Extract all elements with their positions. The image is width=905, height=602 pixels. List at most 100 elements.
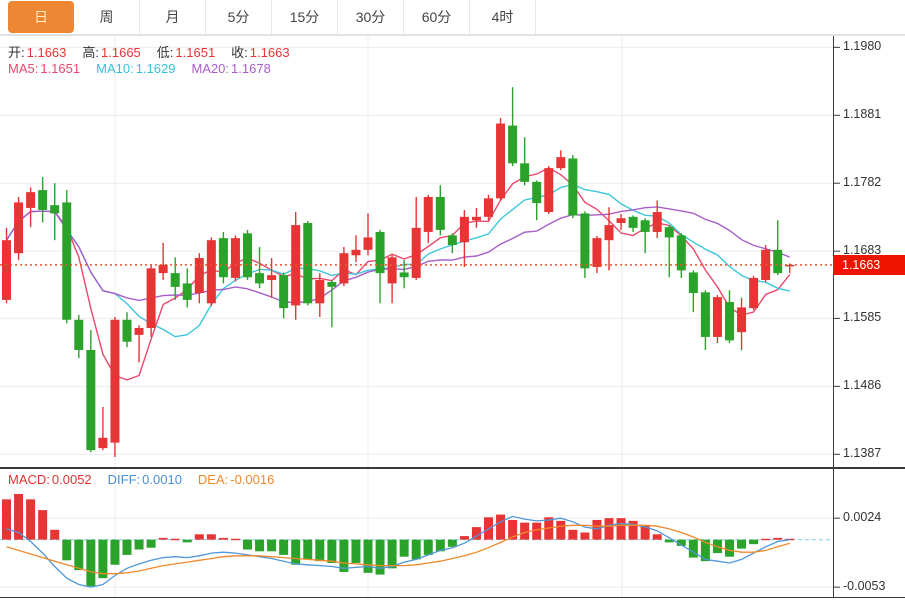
candle-body: [171, 273, 180, 287]
readout-value: 1.1651: [175, 45, 215, 60]
candle-body: [339, 253, 348, 283]
tab-4时[interactable]: 4时: [470, 0, 536, 34]
readout-item: MA5:1.1651: [8, 61, 80, 76]
readout-label: MACD:: [8, 472, 50, 487]
macd-bar: [725, 540, 734, 557]
macd-bar: [388, 540, 397, 569]
candles-group: [2, 87, 794, 457]
tab-5分[interactable]: 5分: [206, 0, 272, 34]
macd-bar: [556, 521, 565, 540]
candle-body: [568, 159, 577, 216]
price-axis-line: [833, 36, 834, 597]
macd-bar: [279, 540, 288, 555]
candle-body: [219, 238, 228, 277]
tab-15分[interactable]: 15分: [272, 0, 338, 34]
readout-value: 1.1651: [40, 61, 80, 76]
readout-value: 1.1663: [250, 45, 290, 60]
candle-body: [50, 205, 59, 213]
readout-item: 收:1.1663: [231, 45, 289, 60]
candle-body: [532, 182, 541, 203]
candle-body: [147, 268, 156, 328]
tab-月[interactable]: 月: [140, 0, 206, 34]
readout-item: 高:1.1665: [82, 45, 140, 60]
macd-bar: [460, 536, 469, 540]
tab-30分[interactable]: 30分: [338, 0, 404, 34]
main-chart-panel: [0, 35, 905, 473]
candle-body: [641, 220, 650, 232]
readout-label: MA5:: [8, 61, 38, 76]
macd-bar: [749, 540, 758, 544]
candle-body: [388, 257, 397, 283]
candle-body: [14, 202, 23, 253]
ma10-line: [7, 185, 790, 337]
price-tick-label: 1.1980: [843, 39, 881, 53]
macd-bar: [62, 540, 71, 561]
readout-value: 1.1665: [101, 45, 141, 60]
candle-body: [725, 302, 734, 340]
candle-body: [110, 320, 119, 443]
candle-body: [520, 163, 529, 182]
macd-bar: [110, 540, 119, 565]
macd-bar: [74, 540, 83, 570]
candle-body: [508, 126, 517, 164]
tab-周[interactable]: 周: [74, 0, 140, 34]
macd-bar: [617, 518, 626, 540]
readout-value: 1.1663: [27, 45, 67, 60]
readout-value: 0.0010: [142, 472, 182, 487]
readout-item: 低:1.1651: [157, 45, 215, 60]
candle-body: [62, 202, 71, 319]
ma-readout: MA5:1.1651MA10:1.1629MA20:1.1678: [8, 61, 287, 76]
candlestick-chart[interactable]: [0, 35, 905, 468]
macd-bar: [653, 534, 662, 539]
macd-bar: [580, 533, 589, 540]
macd-bar: [496, 515, 505, 540]
tab-日[interactable]: 日: [8, 1, 74, 33]
macd-panel: [0, 468, 905, 602]
ma5-line: [7, 168, 790, 380]
readout-label: 收:: [231, 45, 248, 60]
macd-bar: [207, 534, 216, 539]
macd-tick-label: -0.0053: [843, 579, 885, 593]
candle-body: [629, 217, 638, 228]
candle-body: [460, 217, 469, 242]
macd-bar: [364, 540, 373, 573]
macd-bar: [26, 499, 35, 539]
readout-item: MACD:0.0052: [8, 472, 92, 487]
ohlc-readout: 开:1.1663高:1.1665低:1.1651收:1.1663: [8, 42, 306, 61]
macd-readout: MACD:0.0052 DIFF:0.0010 DEA:-0.0016: [8, 472, 290, 487]
readout-item: DIFF:0.0010: [108, 472, 182, 487]
candle-body: [195, 258, 204, 293]
candle-body: [74, 320, 83, 350]
macd-bar: [424, 540, 433, 555]
candle-body: [400, 272, 409, 277]
readout-value: 0.0052: [52, 472, 92, 487]
candle-body: [617, 218, 626, 223]
macd-bar: [50, 530, 59, 540]
readout-label: DEA:: [198, 472, 228, 487]
candle-body: [279, 275, 288, 308]
macd-bar: [291, 540, 300, 565]
macd-bar: [86, 540, 95, 587]
macd-bar: [568, 530, 577, 540]
macd-bar: [412, 540, 421, 560]
kline-app: 日周月5分15分30分60分4时 开:1.1663高:1.1665低:1.165…: [0, 0, 905, 602]
macd-bar: [219, 538, 228, 540]
candle-body: [351, 250, 360, 255]
candle-body: [231, 238, 240, 278]
tab-60分[interactable]: 60分: [404, 0, 470, 34]
candle-body: [243, 233, 252, 277]
candle-body: [496, 124, 505, 199]
macd-bar: [351, 540, 360, 563]
macd-bar: [171, 539, 180, 540]
macd-bar: [267, 540, 276, 552]
readout-label: DIFF:: [108, 472, 141, 487]
macd-bar: [147, 540, 156, 548]
macd-bar: [123, 540, 132, 555]
readout-value: -0.0016: [230, 472, 274, 487]
candle-body: [255, 273, 264, 283]
macd-chart[interactable]: [0, 468, 905, 602]
readout-label: 高:: [82, 45, 99, 60]
macd-bar: [183, 540, 192, 543]
candle-body: [653, 212, 662, 232]
readout-item: DEA:-0.0016: [198, 472, 274, 487]
